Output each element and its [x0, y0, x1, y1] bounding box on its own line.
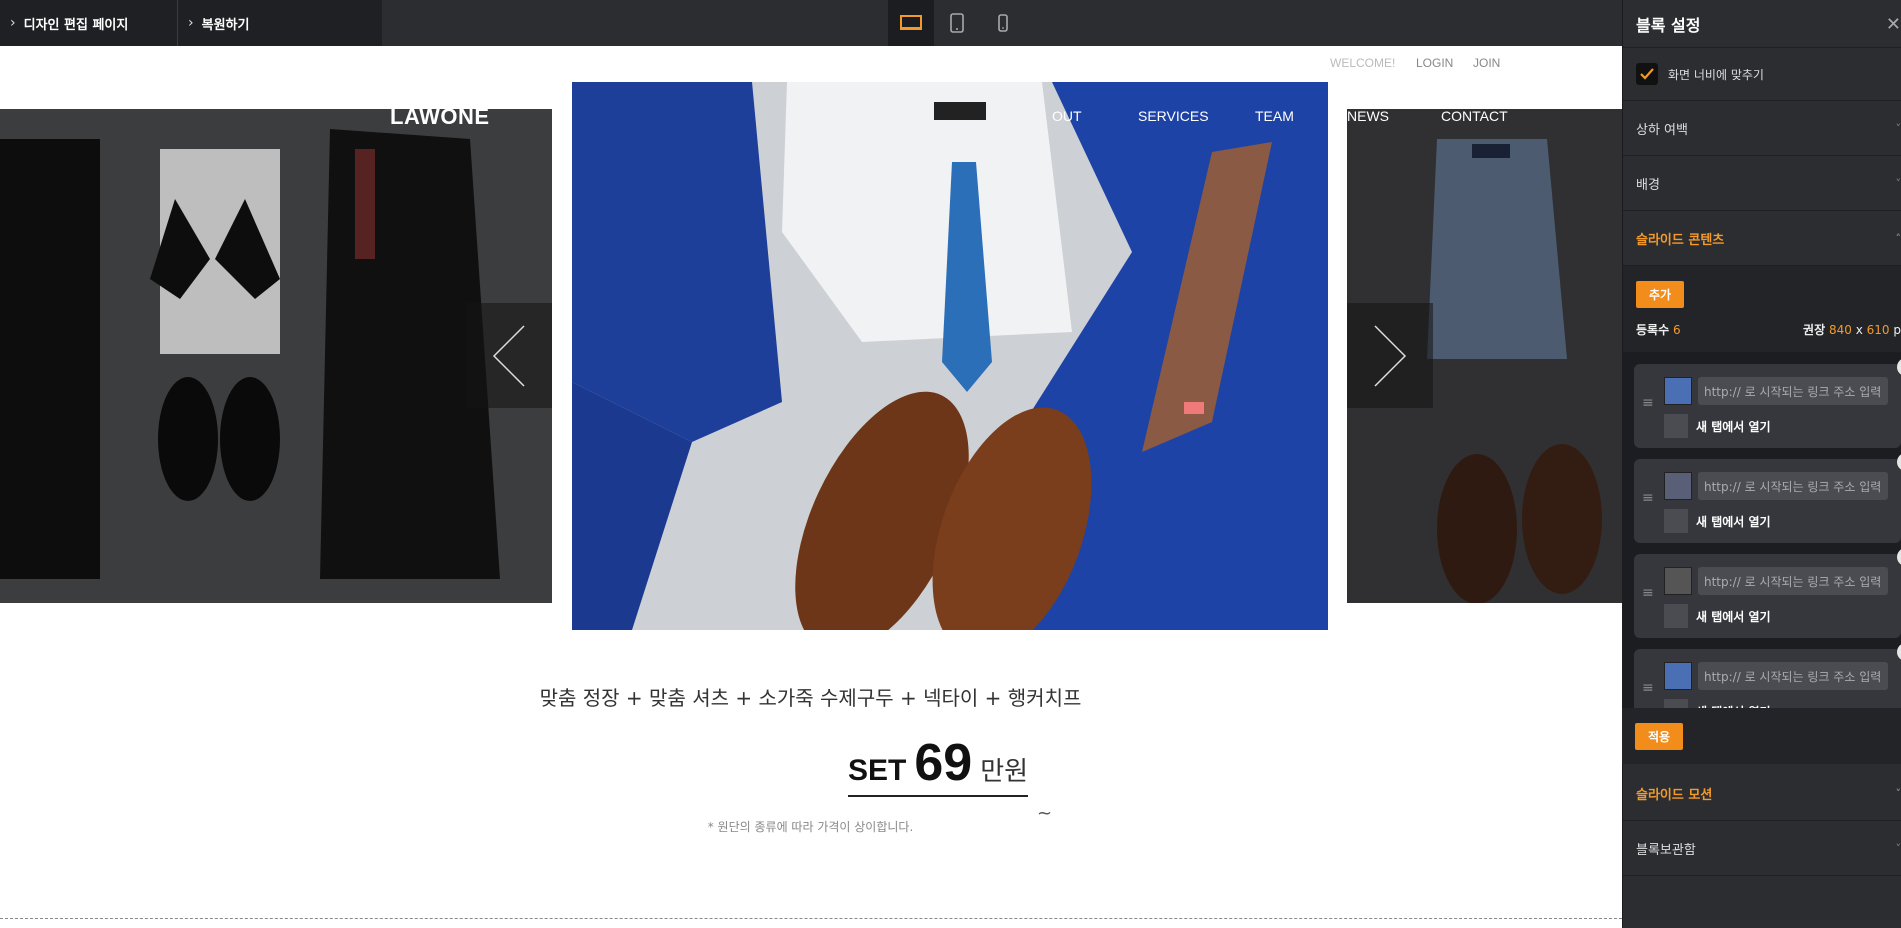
section-block-store-label: 블록보관함 [1636, 842, 1696, 858]
section-background-label: 배경 [1636, 177, 1660, 193]
panel-title: 블록 설정 [1636, 15, 1701, 35]
section-padding[interactable]: 상하 여백 ˅ [1623, 101, 1901, 156]
recommend-x: x [1855, 323, 1863, 337]
remove-icon[interactable]: ✕ [1897, 548, 1901, 566]
slider-next-button[interactable] [1347, 303, 1433, 408]
link-url-input[interactable]: http:// 로 시작되는 링크 주소 입력 [1698, 472, 1888, 500]
close-icon[interactable]: ✕ [1886, 14, 1901, 35]
nav-item-contact[interactable]: CONTACT [1441, 108, 1508, 124]
remove-icon[interactable]: ✕ [1897, 643, 1901, 661]
new-tab-checkbox[interactable] [1664, 604, 1688, 628]
section-padding-label: 상하 여백 [1636, 122, 1688, 138]
section-slide-content[interactable]: 슬라이드 콘텐츠 ˄ [1623, 211, 1901, 266]
link-url-input[interactable]: http:// 로 시작되는 링크 주소 입력 [1698, 662, 1888, 690]
slide-link-item: ≡ http:// 로 시작되는 링크 주소 입력 새 탭에서 열기 ✕ [1634, 358, 1901, 448]
section-slide-motion-label: 슬라이드 모션 [1636, 787, 1713, 803]
add-slide-button[interactable]: 추가 [1636, 281, 1684, 308]
recommend-size: 권장 840 x 610 p [1803, 321, 1901, 338]
chevron-down-icon: ˅ [1895, 176, 1901, 190]
site-canvas: WELCOME! LOGIN JOIN LAWONE OUT SERVICES … [0, 46, 1622, 928]
editor-topbar: › 디자인 편집 페이지 › 복원하기 [0, 0, 1622, 46]
new-tab-checkbox[interactable] [1664, 414, 1688, 438]
chevron-down-icon: ˅ [1895, 841, 1901, 855]
mobile-icon [998, 14, 1008, 32]
count-value: 6 [1672, 323, 1681, 337]
price-display: SET 69 만원 [848, 733, 1029, 797]
fit-width-label: 화면 너비에 맞추기 [1668, 67, 1764, 82]
link-url-input[interactable]: http:// 로 시작되는 링크 주소 입력 [1698, 377, 1888, 405]
section-block-store[interactable]: 블록보관함 ˅ [1623, 821, 1901, 876]
slide-link-item: ≡ http:// 로 시작되는 링크 주소 입력 새 탭에서 열기 ✕ [1634, 548, 1901, 638]
new-tab-label: 새 탭에서 열기 [1696, 610, 1771, 624]
slide-center-image [572, 82, 1328, 630]
restore-label: 복원하기 [201, 17, 250, 33]
price-note: * 원단의 종류에 따라 가격이 상이합니다. [707, 820, 914, 834]
design-edit-page-button[interactable]: › 디자인 편집 페이지 [0, 0, 178, 46]
price-unit: 만원 [980, 757, 1029, 787]
section-slide-content-label: 슬라이드 콘텐츠 [1636, 232, 1725, 248]
join-link[interactable]: JOIN [1473, 56, 1500, 70]
checkmark-icon [1640, 68, 1654, 80]
nav-item-services[interactable]: SERVICES [1138, 108, 1209, 124]
new-tab-checkbox[interactable] [1664, 699, 1688, 708]
slide-link-item: ≡ http:// 로 시작되는 링크 주소 입력 새 탭에서 열기 ✕ [1634, 643, 1901, 708]
restore-button[interactable]: › 복원하기 [178, 0, 382, 46]
section-slide-motion[interactable]: 슬라이드 모션 ˅ [1623, 766, 1901, 821]
desktop-view-button[interactable] [888, 0, 934, 46]
fit-width-option[interactable]: 화면 너비에 맞추기 [1623, 48, 1901, 101]
welcome-text: WELCOME! [1330, 56, 1396, 70]
drag-handle-icon[interactable]: ≡ [1642, 396, 1654, 410]
slider-prev-button[interactable] [466, 303, 552, 408]
fit-width-checkbox[interactable] [1636, 63, 1658, 85]
chevron-right-icon: › [188, 15, 194, 31]
apply-bar: 적용 [1622, 708, 1901, 764]
recommend-label: 권장 [1803, 323, 1826, 337]
panel-header: 블록 설정 ✕ [1623, 0, 1901, 48]
chevron-down-icon: ˅ [1895, 121, 1901, 135]
drag-handle-icon[interactable]: ≡ [1642, 491, 1654, 505]
new-tab-label: 새 탭에서 열기 [1696, 420, 1771, 434]
recommend-unit: p [1893, 323, 1901, 337]
slide-thumbnail [1664, 377, 1692, 405]
link-url-input[interactable]: http:// 로 시작되는 링크 주소 입력 [1698, 567, 1888, 595]
chevron-right-icon [1374, 324, 1407, 387]
mobile-view-button[interactable] [980, 0, 1026, 46]
login-link[interactable]: LOGIN [1416, 56, 1453, 70]
nav-item-news[interactable]: NEWS [1347, 108, 1389, 124]
desktop-icon [900, 15, 922, 30]
apply-button[interactable]: 적용 [1635, 722, 1683, 750]
slide-thumbnail [1664, 662, 1692, 690]
nav-item-about[interactable]: OUT [1052, 108, 1082, 124]
new-tab-label: 새 탭에서 열기 [1696, 515, 1771, 529]
count-label: 등록수 [1636, 323, 1670, 337]
slide-thumbnail [1664, 567, 1692, 595]
design-edit-page-label: 디자인 편집 페이지 [23, 17, 129, 33]
recommend-width: 840 [1828, 323, 1852, 337]
price-number: 69 [914, 734, 973, 792]
slide-thumbnail [1664, 472, 1692, 500]
site-logo[interactable]: LAWONE [390, 104, 490, 130]
slide-link-item: ≡ http:// 로 시작되는 링크 주소 입력 새 탭에서 열기 ✕ [1634, 453, 1901, 543]
chevron-right-icon: › [10, 15, 16, 31]
tablet-icon [950, 13, 964, 33]
section-background[interactable]: 배경 ˅ [1623, 156, 1901, 211]
drag-handle-icon[interactable]: ≡ [1642, 586, 1654, 600]
chevron-left-icon [492, 324, 525, 387]
remove-icon[interactable]: ✕ [1897, 453, 1901, 471]
tablet-view-button[interactable] [934, 0, 980, 46]
recommend-height: 610 [1866, 323, 1890, 337]
chevron-down-icon: ˅ [1895, 786, 1901, 800]
new-tab-checkbox[interactable] [1664, 509, 1688, 533]
slide-link-list[interactable]: ≡ http:// 로 시작되는 링크 주소 입력 새 탭에서 열기 ✕ ≡ h… [1622, 352, 1901, 708]
price-prefix: SET [848, 754, 907, 787]
nav-item-team[interactable]: TEAM [1255, 108, 1294, 124]
drag-handle-icon[interactable]: ≡ [1642, 681, 1654, 695]
remove-icon[interactable]: ✕ [1897, 358, 1901, 376]
slide-content-controls: 추가 등록수 6 권장 840 x 610 p [1623, 266, 1901, 354]
chevron-up-icon: ˄ [1895, 231, 1901, 245]
product-headline: 맞춤 정장 + 맞춤 셔츠 + 소가죽 수제구두 + 넥타이 + 행커치프 [539, 686, 1082, 710]
block-divider [0, 918, 1622, 919]
slide-count-row: 등록수 6 권장 840 x 610 p [1623, 321, 1901, 338]
